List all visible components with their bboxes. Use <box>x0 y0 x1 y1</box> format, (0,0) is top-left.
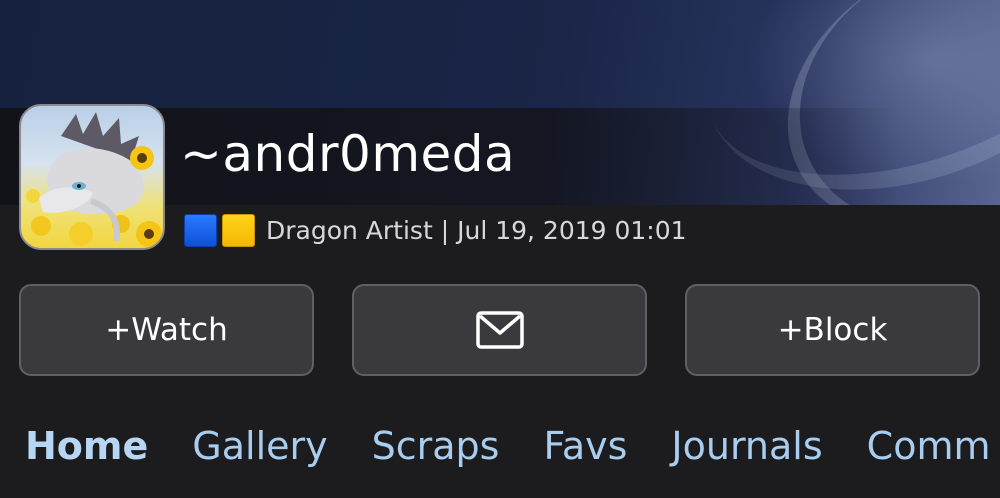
meta-separator: | <box>440 215 450 245</box>
profile-tabs: Home Gallery Scraps Favs Journals Comm <box>25 415 1000 477</box>
tab-commissions[interactable]: Comm <box>867 415 991 477</box>
profile-meta: Dragon Artist | Jul 19, 2019 01:01 <box>184 210 687 250</box>
tab-scraps[interactable]: Scraps <box>372 415 500 477</box>
tab-favs[interactable]: Favs <box>543 415 627 477</box>
tab-home[interactable]: Home <box>25 415 148 477</box>
watch-button-label: +Watch <box>105 312 228 348</box>
badge-blue <box>184 213 217 247</box>
badge-yellow <box>222 213 255 247</box>
username: ~andr0meda <box>180 125 516 183</box>
block-button-label: +Block <box>777 312 888 348</box>
meta-text: Dragon Artist | Jul 19, 2019 01:01 <box>266 216 687 245</box>
user-title: Dragon Artist <box>266 215 433 245</box>
tab-journals[interactable]: Journals <box>671 415 822 477</box>
block-button[interactable]: +Block <box>685 284 980 376</box>
dragon-avatar-image <box>26 112 162 247</box>
watch-button[interactable]: +Watch <box>19 284 314 376</box>
tab-gallery[interactable]: Gallery <box>192 415 327 477</box>
avatar[interactable] <box>19 104 165 250</box>
envelope-icon <box>475 311 524 349</box>
join-date: Jul 19, 2019 01:01 <box>457 215 687 245</box>
message-button[interactable] <box>352 284 647 376</box>
